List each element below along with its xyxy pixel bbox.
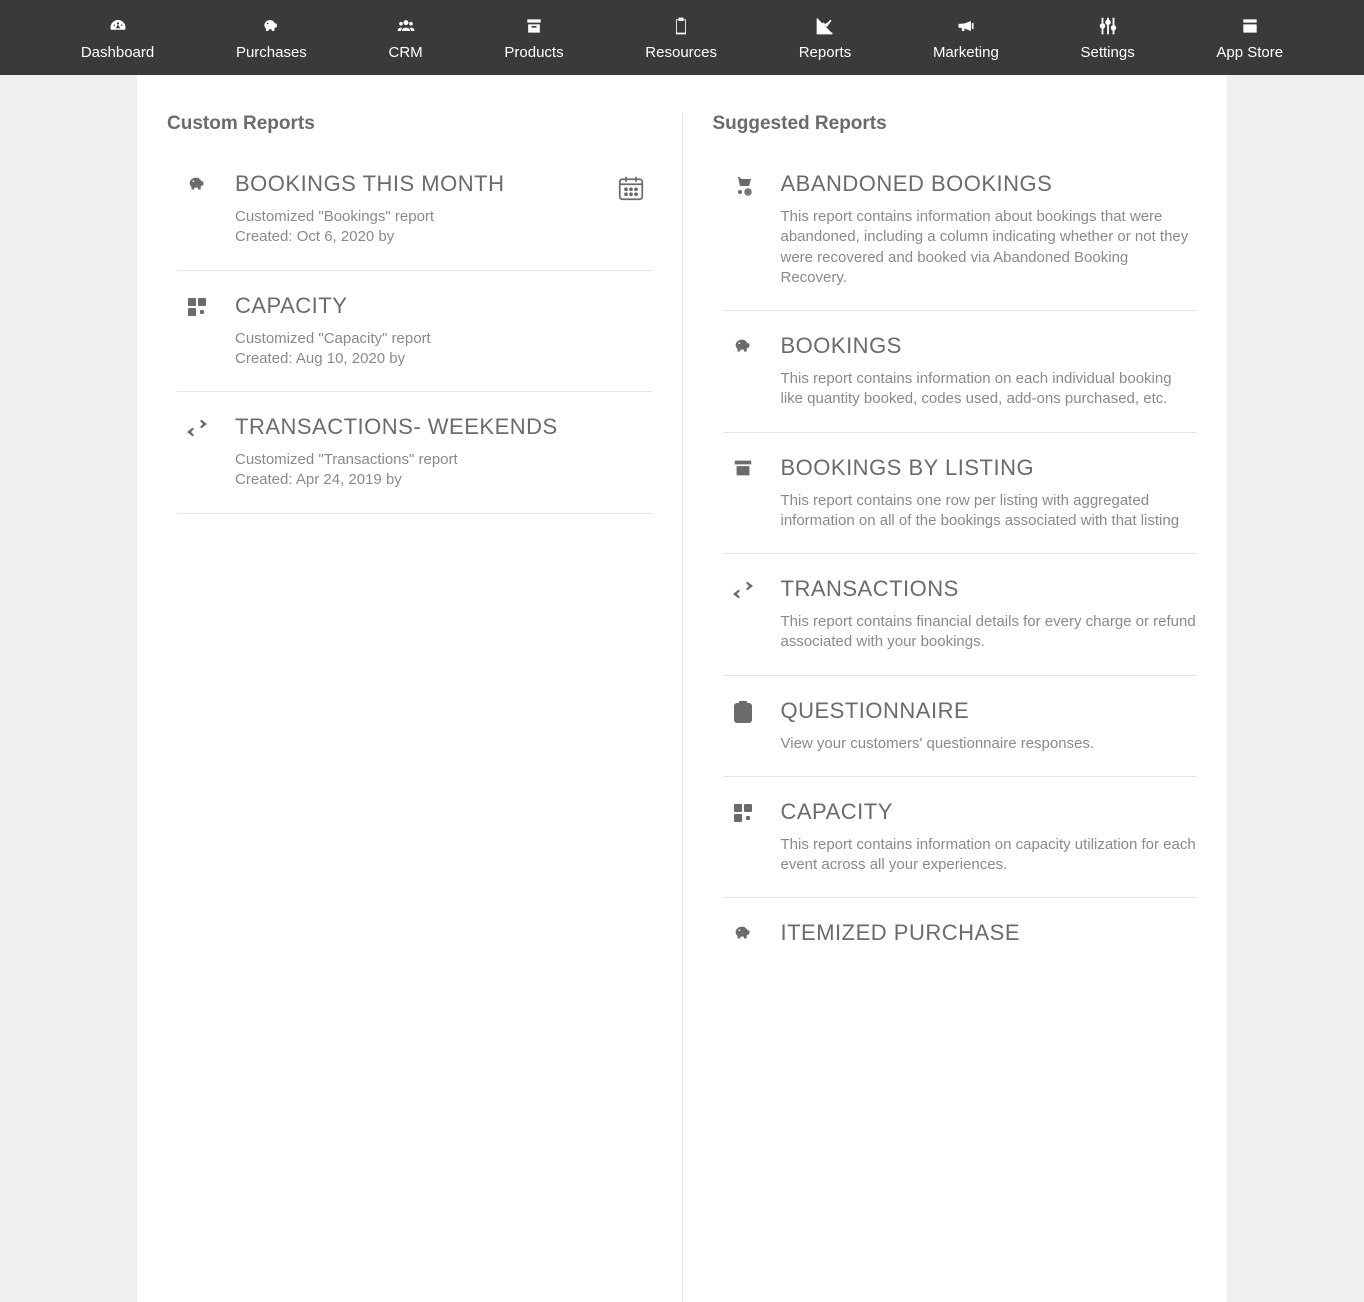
piggy-icon — [177, 173, 217, 195]
clipboard-icon — [669, 14, 693, 38]
custom-report-bookings-month[interactable]: BOOKINGS THIS MONTH Customized "Bookings… — [177, 159, 652, 271]
nav-label: CRM — [389, 44, 423, 61]
report-title: TRANSACTIONS- WEEKENDS — [235, 414, 652, 440]
report-title: BOOKINGS THIS MONTH — [235, 171, 606, 197]
report-meta: Created: Apr 24, 2019 by — [235, 470, 652, 490]
suggested-report-bookings[interactable]: BOOKINGS This report contains informatio… — [723, 311, 1198, 433]
nav-label: Resources — [645, 44, 717, 61]
nav-label: Dashboard — [81, 44, 154, 61]
nav-label: Reports — [799, 44, 852, 61]
megaphone-icon — [954, 14, 978, 38]
top-nav: Dashboard Purchases CRM Products Resourc… — [0, 0, 1364, 75]
report-body: TRANSACTIONS- WEEKENDS Customized "Trans… — [235, 414, 652, 491]
piggy-icon — [259, 14, 283, 38]
custom-reports-heading: Custom Reports — [167, 113, 652, 135]
nav-resources[interactable]: Resources — [645, 14, 717, 61]
report-body: ABANDONED BOOKINGS This report contains … — [781, 171, 1198, 288]
custom-report-capacity[interactable]: CAPACITY Customized "Capacity" report Cr… — [177, 271, 652, 393]
report-body: BOOKINGS THIS MONTH Customized "Bookings… — [235, 171, 606, 248]
report-body: CAPACITY Customized "Capacity" report Cr… — [235, 293, 652, 370]
checklist-icon — [723, 700, 763, 726]
nav-label: Marketing — [933, 44, 999, 61]
report-meta: Created: Aug 10, 2020 by — [235, 349, 652, 369]
report-body: BOOKINGS This report contains informatio… — [781, 333, 1198, 410]
grid-icon — [723, 801, 763, 825]
report-title: BOOKINGS BY LISTING — [781, 455, 1198, 481]
report-desc: Customized "Bookings" report — [235, 207, 606, 227]
suggested-reports-heading: Suggested Reports — [713, 113, 1198, 135]
box-icon — [522, 14, 546, 38]
custom-report-transactions-weekends[interactable]: TRANSACTIONS- WEEKENDS Customized "Trans… — [177, 392, 652, 514]
gauge-icon — [106, 14, 130, 38]
report-title: CAPACITY — [781, 799, 1198, 825]
report-desc: This report contains information on capa… — [781, 835, 1198, 876]
suggested-report-transactions[interactable]: TRANSACTIONS This report contains financ… — [723, 554, 1198, 676]
chart-icon — [813, 14, 837, 38]
cart-icon — [723, 173, 763, 197]
nav-label: App Store — [1216, 44, 1283, 61]
sliders-icon — [1096, 14, 1120, 38]
report-desc: This report contains financial details f… — [781, 612, 1198, 653]
suggested-report-questionnaire[interactable]: QUESTIONNAIRE View your customers' quest… — [723, 676, 1198, 777]
suggested-report-abandoned-bookings[interactable]: ABANDONED BOOKINGS This report contains … — [723, 159, 1198, 311]
arrows-icon — [177, 416, 217, 440]
nav-label: Purchases — [236, 44, 307, 61]
report-meta: Created: Oct 6, 2020 by — [235, 227, 606, 247]
suggested-reports-column: Suggested Reports ABANDONED BOOKINGS Thi… — [682, 113, 1228, 1302]
suggested-report-itemized-purchase[interactable]: ITEMIZED PURCHASE — [723, 898, 1198, 978]
piggy-icon — [723, 335, 763, 357]
report-title: TRANSACTIONS — [781, 576, 1198, 602]
report-title: ABANDONED BOOKINGS — [781, 171, 1198, 197]
nav-appstore[interactable]: App Store — [1216, 14, 1283, 61]
nav-marketing[interactable]: Marketing — [933, 14, 999, 61]
nav-reports[interactable]: Reports — [799, 14, 852, 61]
report-body: CAPACITY This report contains informatio… — [781, 799, 1198, 876]
nav-dashboard[interactable]: Dashboard — [81, 14, 154, 61]
nav-crm[interactable]: CRM — [389, 14, 423, 61]
grid-icon — [177, 295, 217, 319]
archive-icon — [723, 457, 763, 479]
report-title: QUESTIONNAIRE — [781, 698, 1198, 724]
report-desc: Customized "Transactions" report — [235, 450, 652, 470]
report-desc: This report contains information on each… — [781, 369, 1198, 410]
suggested-report-bookings-by-listing[interactable]: BOOKINGS BY LISTING This report contains… — [723, 433, 1198, 555]
nav-products[interactable]: Products — [504, 14, 563, 61]
page-body: Custom Reports BOOKINGS THIS MONTH Custo… — [137, 75, 1227, 1302]
calendar-icon — [616, 173, 652, 208]
report-title: ITEMIZED PURCHASE — [781, 920, 1198, 946]
nav-settings[interactable]: Settings — [1081, 14, 1135, 61]
report-body: ITEMIZED PURCHASE — [781, 920, 1198, 956]
store-icon — [1238, 14, 1262, 38]
report-desc: Customized "Capacity" report — [235, 329, 652, 349]
report-desc: This report contains information about b… — [781, 207, 1198, 288]
nav-label: Products — [504, 44, 563, 61]
custom-reports-column: Custom Reports BOOKINGS THIS MONTH Custo… — [137, 113, 682, 1302]
nav-purchases[interactable]: Purchases — [236, 14, 307, 61]
report-body: TRANSACTIONS This report contains financ… — [781, 576, 1198, 653]
report-title: CAPACITY — [235, 293, 652, 319]
report-desc: This report contains one row per listing… — [781, 491, 1198, 532]
nav-label: Settings — [1081, 44, 1135, 61]
report-body: QUESTIONNAIRE View your customers' quest… — [781, 698, 1198, 754]
suggested-report-capacity[interactable]: CAPACITY This report contains informatio… — [723, 777, 1198, 899]
report-title: BOOKINGS — [781, 333, 1198, 359]
report-body: BOOKINGS BY LISTING This report contains… — [781, 455, 1198, 532]
piggy-icon — [723, 922, 763, 944]
people-icon — [394, 14, 418, 38]
arrows-icon — [723, 578, 763, 602]
report-desc: View your customers' questionnaire respo… — [781, 734, 1198, 754]
